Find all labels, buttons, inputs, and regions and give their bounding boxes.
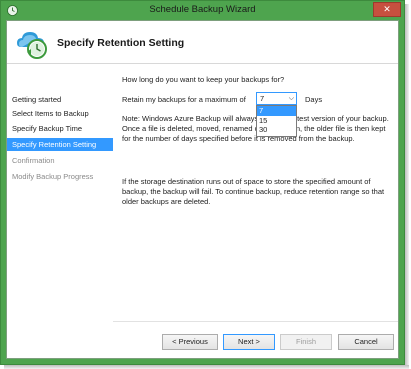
window-shadow-bottom — [4, 365, 409, 369]
nav-step-confirmation: Confirmation — [12, 156, 55, 165]
wizard-body: Specify Retention Setting Getting starte… — [6, 20, 399, 359]
window-shadow-right — [405, 4, 409, 367]
wizard-steps-nav: Getting started Select Items to Backup S… — [7, 65, 113, 358]
nav-step-modify-progress: Modify Backup Progress — [12, 172, 94, 181]
retention-days-select[interactable]: 7 ⌵ — [256, 92, 297, 105]
nav-step-select-items[interactable]: Select Items to Backup — [7, 107, 113, 120]
footer-divider — [113, 321, 398, 322]
cancel-button[interactable]: Cancel — [338, 334, 394, 350]
nav-step-getting-started[interactable]: Getting started — [7, 93, 113, 106]
days-label: Days — [305, 95, 323, 104]
finish-button: Finish — [280, 334, 332, 350]
dropdown-option-15[interactable]: 15 — [257, 116, 296, 126]
retention-question: How long do you want to keep your backup… — [122, 75, 285, 84]
dropdown-option-30[interactable]: 30 — [257, 125, 296, 135]
previous-button[interactable]: < Previous — [162, 334, 218, 350]
window-title: Schedule Backup Wizard — [149, 4, 256, 15]
dropdown-option-7[interactable]: 7 — [257, 106, 296, 116]
backup-clock-icon — [17, 32, 47, 59]
storage-warning: If the storage destination runs out of s… — [122, 177, 385, 206]
retention-days-dropdown[interactable]: 7 15 30 — [256, 105, 297, 137]
next-button[interactable]: Next > — [223, 334, 275, 350]
chevron-down-icon: ⌵ — [288, 95, 294, 102]
close-icon: ✕ — [383, 4, 391, 14]
retention-days-value: 7 — [260, 94, 265, 103]
retention-content: How long do you want to keep your backup… — [120, 65, 398, 315]
title-bar[interactable]: Schedule Backup Wizard ✕ — [1, 1, 404, 20]
nav-step-retention-setting[interactable]: Specify Retention Setting — [7, 138, 113, 151]
close-button[interactable]: ✕ — [373, 2, 401, 17]
page-title: Specify Retention Setting — [57, 37, 185, 49]
wizard-header: Specify Retention Setting — [7, 21, 398, 64]
nav-step-backup-time[interactable]: Specify Backup Time — [7, 122, 113, 135]
retain-label: Retain my backups for a maximum of — [122, 95, 246, 104]
